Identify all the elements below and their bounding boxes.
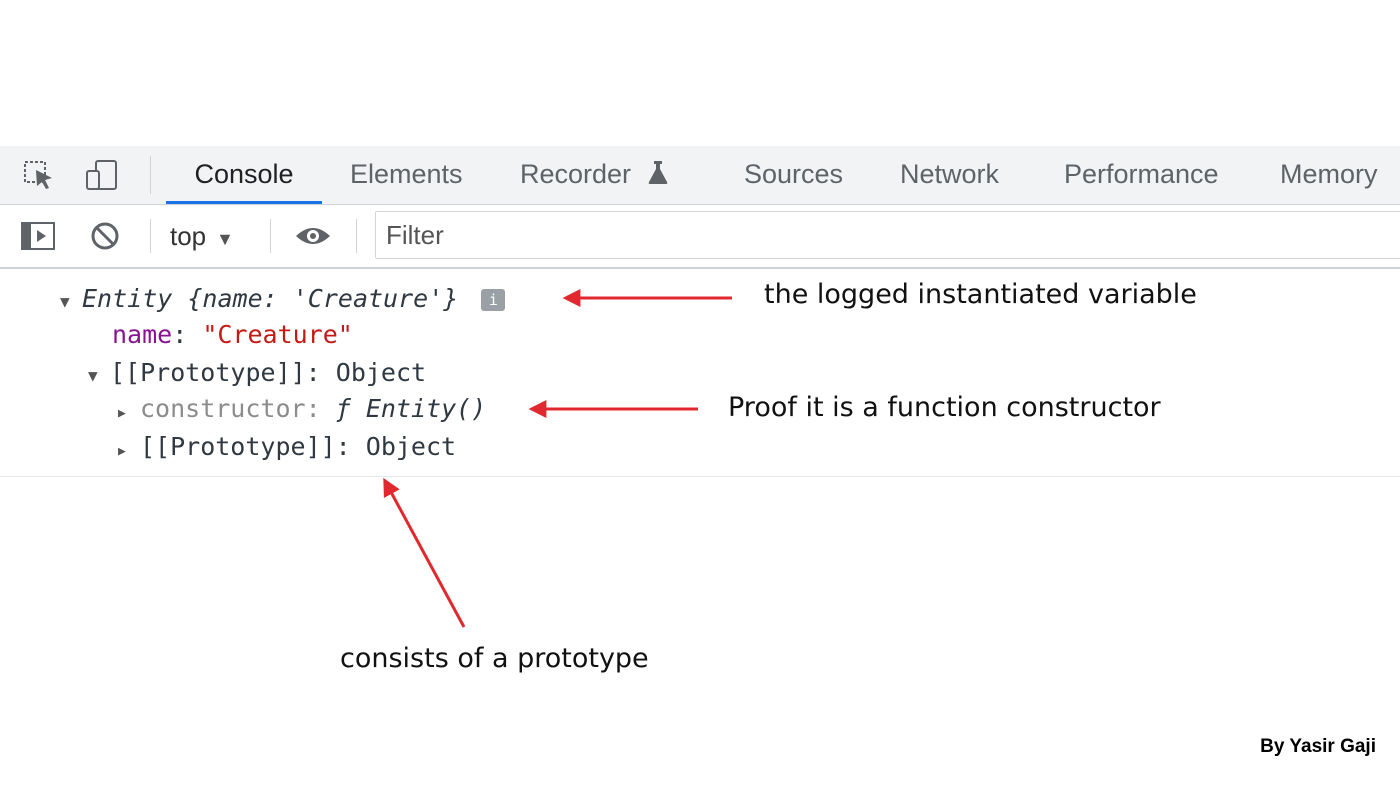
constructor-key: constructor (140, 394, 306, 423)
tab-elements-label: Elements (350, 159, 463, 189)
constructor-separator: : (305, 394, 336, 423)
inspect-element-icon[interactable] (22, 158, 58, 192)
tab-memory[interactable]: Memory (1280, 146, 1378, 204)
tab-recorder[interactable]: Recorder (520, 146, 669, 204)
console-toolbar: top ▼ (0, 205, 1400, 269)
property-value: "Creature" (202, 320, 353, 349)
property-key: name (112, 320, 173, 349)
property-separator: : (172, 320, 203, 349)
prototype-key: [[Prototype]] (110, 358, 306, 387)
tab-network[interactable]: Network (900, 146, 999, 204)
property-constructor[interactable]: ▶ constructor: ƒ Entity() (118, 391, 486, 427)
function-symbol: ƒ (335, 394, 351, 423)
context-selector-value: top (170, 221, 207, 251)
tab-elements[interactable]: Elements (350, 146, 463, 204)
expand-triangle-icon[interactable]: ▼ (60, 284, 82, 320)
property-prototype[interactable]: ▼ [[Prototype]]: Object (88, 355, 426, 391)
tab-sources-label: Sources (744, 159, 844, 189)
tab-bar-separator (150, 156, 151, 194)
tab-console-label: Console (194, 159, 294, 189)
nested-prototype-separator: : (335, 432, 366, 461)
collapse-triangle-icon[interactable]: ▶ (118, 396, 140, 432)
annotation-prototype: consists of a prototype (340, 643, 649, 674)
tab-performance[interactable]: Performance (1064, 146, 1219, 204)
property-name: name: "Creature" (112, 317, 353, 353)
entity-preview: {name: 'Creature'} (187, 284, 459, 313)
tab-memory-label: Memory (1280, 159, 1378, 189)
live-expression-icon[interactable] (294, 220, 330, 252)
prototype-separator: : (305, 358, 336, 387)
devtools-tab-bar: Console Elements Recorder Sources Networ… (0, 146, 1400, 205)
sidebar-toggle-icon[interactable] (20, 220, 56, 252)
arrow-prototype (383, 477, 466, 628)
console-entry-entity[interactable]: ▼ Entity {name: 'Creature'} i (60, 281, 506, 320)
device-toolbar-icon[interactable] (84, 158, 120, 192)
toolbar-separator (270, 219, 271, 253)
annotation-logged-variable: the logged instantiated variable (764, 279, 1197, 310)
prototype-value: Object (335, 358, 427, 387)
flask-icon (647, 148, 669, 204)
devtools-panel: Console Elements Recorder Sources Networ… (0, 146, 1400, 477)
entity-class-name: Entity (82, 284, 173, 313)
caret-down-icon: ▼ (216, 229, 234, 249)
annotation-function-constructor: Proof it is a function constructor (728, 392, 1161, 423)
property-prototype-nested[interactable]: ▶ [[Prototype]]: Object (118, 429, 456, 465)
context-selector[interactable]: top ▼ (170, 217, 234, 255)
nested-prototype-key: [[Prototype]] (140, 432, 336, 461)
expand-triangle-icon[interactable]: ▼ (88, 358, 110, 394)
tab-console[interactable]: Console (166, 146, 322, 204)
constructor-value: Entity() (365, 394, 487, 423)
author-credit: By Yasir Gaji (1260, 736, 1376, 757)
clear-console-icon[interactable] (88, 220, 124, 252)
collapse-triangle-icon[interactable]: ▶ (118, 434, 140, 470)
tab-recorder-label: Recorder (520, 159, 632, 189)
toolbar-separator (356, 219, 357, 253)
toolbar-separator (150, 219, 151, 253)
info-icon: i (481, 289, 506, 311)
nested-prototype-value: Object (365, 432, 457, 461)
tab-performance-label: Performance (1064, 159, 1219, 189)
filter-input[interactable] (375, 211, 1400, 259)
tab-network-label: Network (900, 159, 1000, 189)
tab-sources[interactable]: Sources (744, 146, 843, 204)
